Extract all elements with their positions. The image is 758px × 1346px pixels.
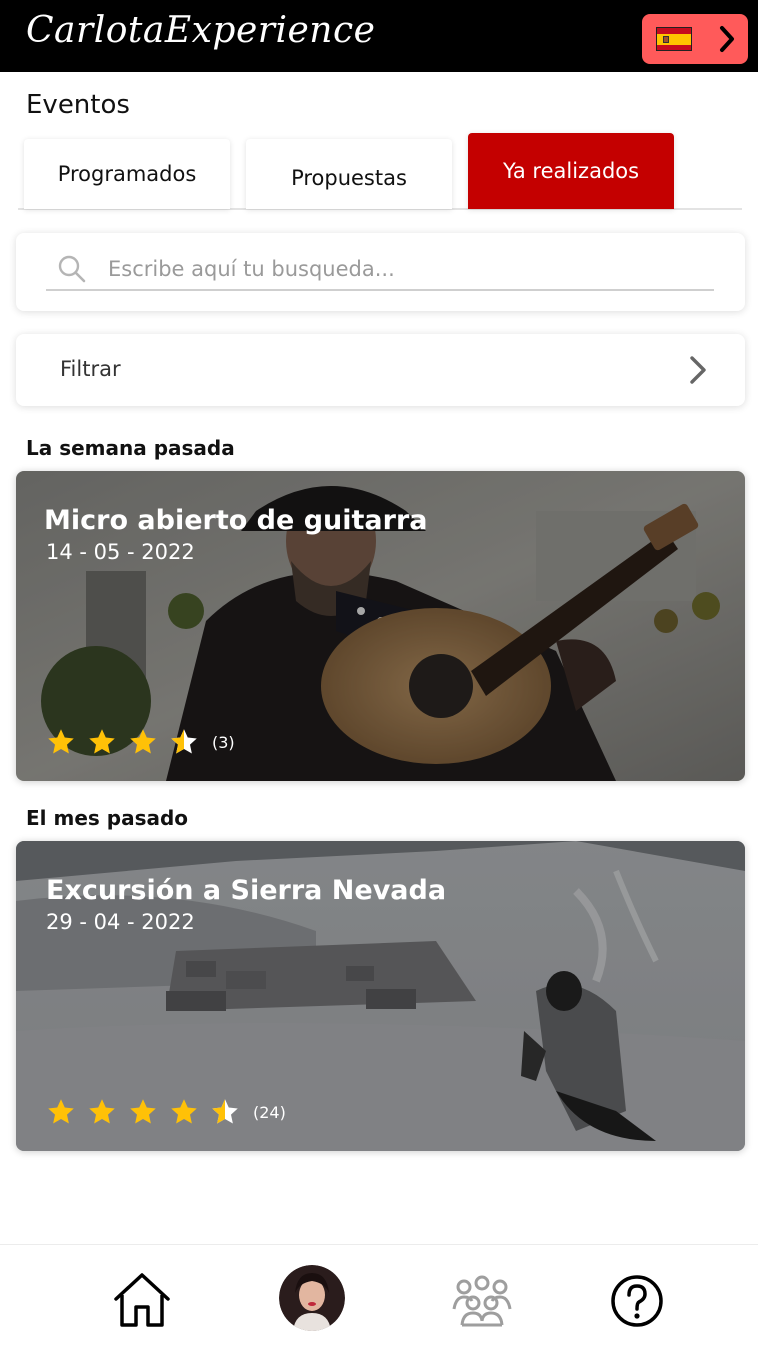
search-field (46, 249, 714, 291)
star-filled-icon (130, 1099, 156, 1124)
avatar[interactable] (279, 1265, 345, 1331)
event-date: 14 - 05 - 2022 (46, 540, 195, 564)
event-title: Micro abierto de guitarra (44, 505, 428, 536)
brand-logo: CarlotaExperience (26, 10, 376, 51)
section-title-last-month: El mes pasado (26, 806, 189, 830)
tab-ya-realizados[interactable]: Ya realizados (468, 133, 674, 209)
search-icon (58, 255, 86, 283)
event-rating: (24) (46, 1097, 286, 1127)
filter-button[interactable]: Filtrar (16, 334, 745, 406)
search-input[interactable] (106, 256, 686, 282)
event-title: Excursión a Sierra Nevada (46, 875, 447, 906)
star-half-icon (171, 729, 197, 754)
filter-label: Filtrar (60, 357, 121, 381)
event-card[interactable]: Excursión a Sierra Nevada 29 - 04 - 2022… (16, 841, 745, 1151)
top-bar: CarlotaExperience (0, 0, 758, 72)
language-button[interactable] (642, 14, 748, 64)
star-filled-icon (48, 1099, 74, 1124)
review-count: (24) (253, 1102, 286, 1122)
star-filled-icon (130, 729, 156, 754)
group-icon[interactable] (450, 1269, 514, 1333)
page-title: Eventos (26, 90, 130, 120)
bottom-navigation (0, 1244, 758, 1346)
event-rating: (3) (46, 727, 235, 757)
event-card[interactable]: Micro abierto de guitarra 14 - 05 - 2022… (16, 471, 745, 781)
help-icon[interactable] (605, 1269, 669, 1333)
star-half-icon (212, 1099, 238, 1124)
chevron-right-icon (690, 356, 706, 384)
chevron-right-icon (720, 26, 734, 52)
tab-programados[interactable]: Programados (24, 139, 230, 209)
event-date: 29 - 04 - 2022 (46, 910, 195, 934)
star-filled-icon (89, 729, 115, 754)
star-filled-icon (89, 1099, 115, 1124)
search-card (16, 233, 745, 311)
star-filled-icon (171, 1099, 197, 1124)
home-icon[interactable] (110, 1269, 174, 1333)
spain-flag-icon (656, 27, 692, 51)
tab-propuestas[interactable]: Propuestas (246, 139, 452, 209)
review-count: (3) (212, 732, 235, 752)
section-title-last-week: La semana pasada (26, 436, 235, 460)
star-filled-icon (48, 729, 74, 754)
